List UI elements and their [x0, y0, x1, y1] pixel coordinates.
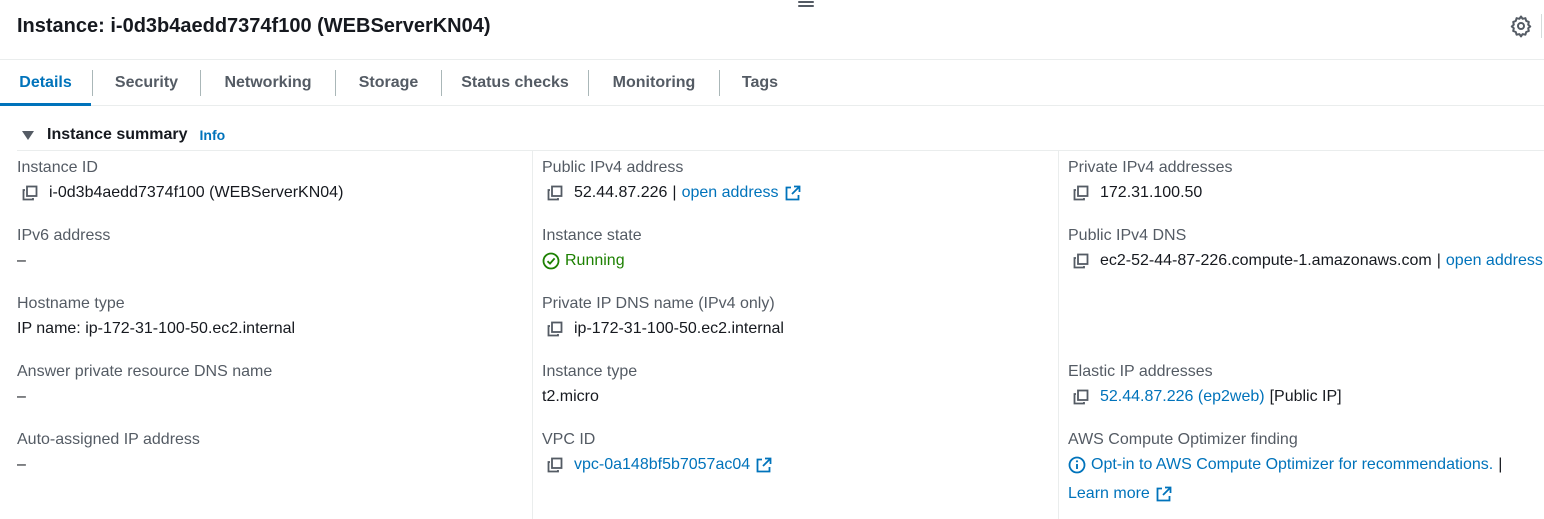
collapse-caret-icon[interactable] [22, 130, 34, 140]
ipv6-value: – [17, 252, 26, 269]
copy-icon[interactable] [22, 185, 38, 201]
auto-ip-value: – [17, 456, 26, 473]
field-label: Instance state [542, 227, 642, 244]
public-dns-value: ec2-52-44-87-226.compute-1.amazonaws.com [1100, 252, 1432, 269]
separator: | [1436, 252, 1441, 269]
answer-dns-value: – [17, 388, 26, 405]
section-title: Instance summary [47, 126, 188, 143]
external-link-icon[interactable] [1156, 486, 1172, 502]
panel-divider [1541, 14, 1542, 38]
column-divider [532, 151, 533, 519]
field-label: AWS Compute Optimizer finding [1068, 431, 1298, 448]
external-link-icon[interactable] [756, 457, 772, 473]
private-ipv4-value: 172.31.100.50 [1100, 184, 1203, 201]
field-auto-ip: Auto-assigned IP address – [17, 429, 200, 476]
copy-icon[interactable] [547, 457, 563, 473]
field-instance-state: Instance state Running [542, 225, 642, 272]
open-address-link[interactable]: open address [1446, 250, 1543, 272]
instance-state-value: Running [565, 252, 625, 269]
check-circle-icon [542, 252, 560, 270]
field-elastic-ip: Elastic IP addresses 52.44.87.226 (ep2we… [1068, 361, 1342, 408]
column-divider [1058, 151, 1059, 519]
optimizer-opt-in-link[interactable]: Opt-in to AWS Compute Optimizer for reco… [1091, 454, 1493, 476]
field-public-dns: Public IPv4 DNS ec2-52-44-87-226.compute… [1068, 225, 1544, 272]
field-label: Instance type [542, 363, 638, 380]
field-label: Public IPv4 address [542, 159, 684, 176]
instance-type-value: t2.micro [542, 388, 599, 405]
hostname-type-value: IP name: ip-172-31-100-50.ec2.internal [17, 320, 296, 337]
field-label: Answer private resource DNS name [17, 363, 273, 380]
field-instance-type: Instance type t2.micro [542, 361, 637, 408]
section-divider [17, 150, 1544, 151]
field-label: IPv6 address [17, 227, 111, 244]
page-header: Instance: i-0d3b4aedd7374f100 (WEBServer… [0, 0, 1544, 60]
field-label: Auto-assigned IP address [17, 431, 200, 448]
tab-tags[interactable]: Tags [720, 61, 800, 105]
elastic-ip-suffix: [Public IP] [1269, 388, 1342, 405]
tab-storage[interactable]: Storage [336, 61, 441, 105]
elastic-ip-link[interactable]: 52.44.87.226 (ep2web) [1100, 386, 1265, 408]
copy-icon[interactable] [547, 321, 563, 337]
copy-icon[interactable] [1073, 253, 1089, 269]
tab-security[interactable]: Security [93, 61, 200, 105]
private-dns-value: ip-172-31-100-50.ec2.internal [574, 320, 784, 337]
open-address-link[interactable]: open address [682, 182, 779, 204]
field-private-dns: Private IP DNS name (IPv4 only) ip-172-3… [542, 293, 784, 340]
field-public-ipv4: Public IPv4 address 52.44.87.226 | open … [542, 157, 801, 204]
field-label: Instance ID [17, 159, 98, 176]
field-vpc-id: VPC ID vpc-0a148bf5b7057ac04 [542, 429, 772, 476]
info-link[interactable]: Info [200, 127, 226, 143]
gear-icon[interactable] [1509, 14, 1533, 38]
field-instance-id: Instance ID i-0d3b4aedd7374f100 (WEBServ… [17, 157, 343, 204]
info-circle-icon [1068, 456, 1086, 474]
page-title: Instance: i-0d3b4aedd7374f100 (WEBServer… [17, 15, 491, 37]
tab-monitoring[interactable]: Monitoring [589, 61, 719, 105]
instance-summary-header: Instance summary Info [17, 124, 225, 146]
vpc-id-link[interactable]: vpc-0a148bf5b7057ac04 [574, 454, 750, 476]
field-label: Private IPv4 addresses [1068, 159, 1233, 176]
external-link-icon[interactable] [785, 185, 801, 201]
copy-icon[interactable] [547, 185, 563, 201]
field-ipv6: IPv6 address – [17, 225, 110, 272]
field-label: VPC ID [542, 431, 596, 448]
copy-icon[interactable] [1073, 389, 1089, 405]
instance-id-value: i-0d3b4aedd7374f100 (WEBServerKN04) [49, 184, 344, 201]
field-compute-optimizer: AWS Compute Optimizer finding Opt-in to … [1068, 429, 1507, 505]
field-label: Hostname type [17, 295, 125, 312]
learn-more-link[interactable]: Learn more [1068, 483, 1150, 505]
separator: | [672, 184, 677, 201]
field-private-ipv4: Private IPv4 addresses 172.31.100.50 [1068, 157, 1233, 204]
public-ipv4-value: 52.44.87.226 [574, 184, 668, 201]
field-answer-dns: Answer private resource DNS name – [17, 361, 272, 408]
tab-bar: Details Security Networking Storage Stat… [0, 61, 1544, 106]
field-label: Public IPv4 DNS [1068, 227, 1187, 244]
field-label: Elastic IP addresses [1068, 363, 1213, 380]
tab-status-checks[interactable]: Status checks [442, 61, 588, 105]
copy-icon[interactable] [1073, 185, 1089, 201]
tab-details[interactable]: Details [0, 61, 91, 106]
field-label: Private IP DNS name (IPv4 only) [542, 295, 775, 312]
tab-networking[interactable]: Networking [201, 61, 335, 105]
field-hostname-type: Hostname type IP name: ip-172-31-100-50.… [17, 293, 295, 340]
separator: | [1498, 456, 1503, 473]
